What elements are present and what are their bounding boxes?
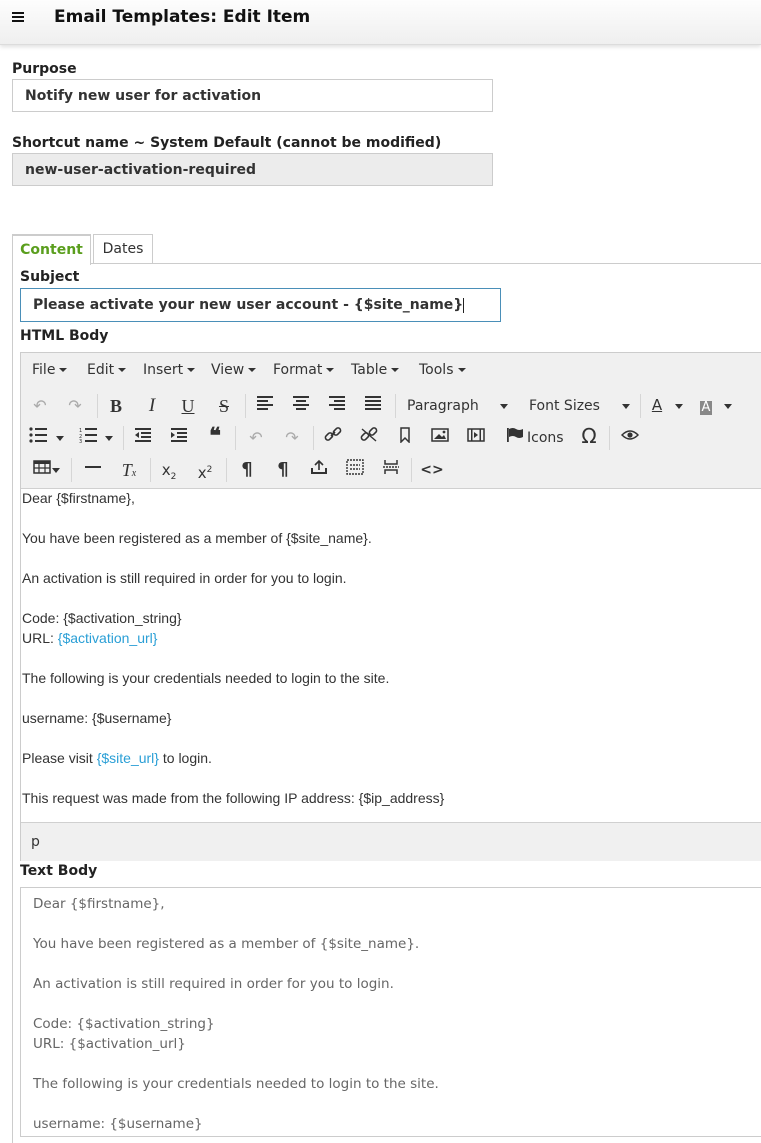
special-character-icon[interactable]: Ω [577,424,601,448]
content-line: You have been registered as a member of … [22,530,372,546]
chevron-down-icon[interactable] [675,398,683,414]
paragraph-mark-icon[interactable]: ¶ [235,458,259,482]
svg-text:3: 3 [79,439,82,443]
outdent-icon[interactable] [131,426,155,450]
flag-icon[interactable] [503,426,527,450]
text-line: You have been registered as a member of … [33,936,420,952]
menu-file[interactable]: File [32,362,68,378]
editor-content-area[interactable]: Dear {$firstname}, You have been registe… [22,488,752,828]
content-line: Code: {$activation_string} URL: {$activat… [22,610,182,646]
html-body-label: HTML Body [20,328,109,344]
superscript-icon[interactable]: x2 [193,458,217,482]
preview-eye-icon[interactable] [618,426,642,450]
subject-value: Please activate your new user account - … [33,297,464,313]
italic-icon[interactable]: I [140,394,164,418]
shortcut-label: Shortcut name ~ System Default (cannot b… [12,135,442,151]
panel-border [12,263,13,1143]
content-line: Please visit {$site_url} to login. [22,750,212,766]
undo-icon[interactable]: ↶ [28,394,52,418]
insert-anchor-icon[interactable] [307,458,331,482]
subject-label: Subject [20,269,80,285]
text-line: username: {$username} [33,1116,203,1132]
tab-dates[interactable]: Dates [93,234,153,264]
font-sizes-select[interactable]: Font Sizes [529,398,600,414]
chevron-down-icon[interactable] [105,430,113,446]
site-url-link[interactable]: {$site_url} [97,750,159,766]
editor-statusbar: p [21,822,761,861]
page-title: Email Templates: Edit Item [54,7,311,27]
menu-tools[interactable]: Tools [419,362,466,378]
menu-view[interactable]: View [211,362,257,378]
blockquote-icon[interactable]: ❝ [203,424,227,448]
align-justify-icon[interactable] [361,394,385,418]
undo-icon[interactable]: ↶ [244,426,268,450]
shortcut-input: new-user-activation-required [12,153,493,186]
numbered-list-icon[interactable]: 123 [76,426,100,450]
align-right-icon[interactable] [325,394,349,418]
chevron-down-icon[interactable] [724,398,732,414]
text-body-textarea[interactable]: Dear {$firstname}, You have been registe… [20,887,761,1137]
show-blocks-icon[interactable]: ¶ [271,458,295,482]
subject-input[interactable]: Please activate your new user account - … [20,288,501,322]
text-line: The following is your credentials needed… [33,1076,439,1092]
menu-insert[interactable]: Insert [143,362,196,378]
activation-url-link[interactable]: {$activation_url} [58,630,158,646]
visual-aid-icon[interactable] [343,458,367,482]
icons-button[interactable]: Icons [527,430,564,446]
link-icon[interactable] [321,426,345,450]
media-icon[interactable] [464,426,488,450]
source-code-icon[interactable]: <> [420,458,444,482]
bookmark-icon[interactable] [393,426,417,450]
subscript-icon[interactable]: x2 [157,458,181,482]
redo-icon[interactable]: ↷ [63,394,87,418]
chevron-down-icon[interactable] [52,462,60,478]
purpose-label: Purpose [12,61,77,77]
element-path[interactable]: p [31,834,40,850]
bold-icon[interactable]: B [104,394,128,418]
unlink-icon[interactable] [357,426,381,450]
chevron-down-icon[interactable] [500,398,508,414]
content-line: Dear {$firstname}, [22,490,135,506]
indent-icon[interactable] [167,426,191,450]
menu-edit[interactable]: Edit [87,362,127,378]
text-cursor [463,297,465,313]
text-line: Dear {$firstname}, [33,896,165,912]
content-line: An activation is still required in order… [22,570,347,586]
menu-format[interactable]: Format [273,362,335,378]
horizontal-line-icon[interactable] [81,458,105,482]
content-line: This request was made from the following… [22,790,445,806]
background-color-icon[interactable]: A [694,394,718,418]
purpose-input[interactable]: Notify new user for activation [12,79,493,112]
align-center-icon[interactable] [289,394,313,418]
clear-formatting-icon[interactable]: Tx [117,458,141,482]
paragraph-format-select[interactable]: Paragraph [407,398,479,414]
text-line: An activation is still required in order… [33,976,394,992]
redo-icon[interactable]: ↷ [280,426,304,450]
table-icon[interactable] [30,458,54,482]
chevron-down-icon[interactable] [56,430,64,446]
strikethrough-icon[interactable]: S [212,394,236,418]
text-body-label: Text Body [20,863,98,879]
page-break-icon[interactable] [379,458,403,482]
bullet-list-icon[interactable] [26,426,50,450]
hamburger-menu-icon[interactable] [12,12,24,22]
menu-table[interactable]: Table [351,362,400,378]
align-left-icon[interactable] [253,394,277,418]
underline-icon[interactable]: U [176,394,200,418]
tab-content[interactable]: Content [12,234,91,265]
content-line: username: {$username} [22,710,172,726]
text-color-icon[interactable]: A [645,393,669,417]
image-icon[interactable] [428,426,452,450]
chevron-down-icon[interactable] [622,398,630,414]
text-line: Code: {$activation_string} URL: {$activat… [33,1016,215,1052]
content-line: The following is your credentials needed… [22,670,390,686]
